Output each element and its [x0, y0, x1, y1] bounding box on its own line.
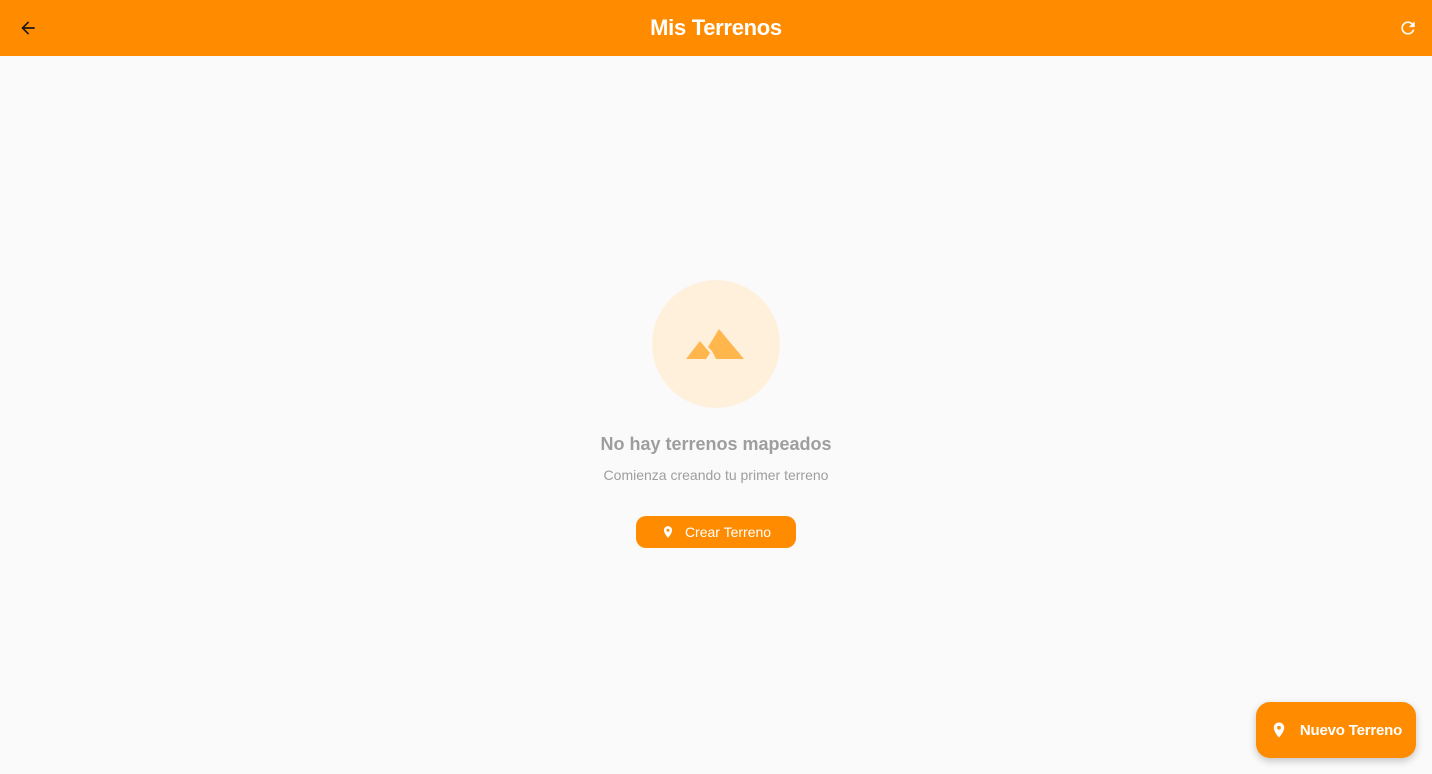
page-title: Mis Terrenos: [650, 15, 782, 40]
landscape-icon: [686, 327, 746, 361]
empty-state-title: No hay terrenos mapeados: [600, 434, 832, 454]
new-terrain-label: Nuevo Terreno: [1299, 721, 1403, 739]
create-terrain-button[interactable]: Crear Terreno: [636, 516, 796, 548]
back-button[interactable]: [12, 12, 44, 44]
arrow-back-icon: [18, 18, 38, 38]
location-pin-icon: [1270, 720, 1288, 740]
app-bar: Mis Terrenos: [0, 0, 1432, 56]
refresh-button[interactable]: [1392, 12, 1424, 44]
empty-state-subtitle: Comienza creando tu primer terreno: [603, 467, 829, 483]
new-terrain-fab[interactable]: Nuevo Terreno: [1256, 702, 1416, 758]
create-terrain-label: Crear Terreno: [684, 524, 772, 540]
empty-illustration: [652, 280, 780, 408]
refresh-icon: [1398, 18, 1418, 38]
location-pin-icon: [661, 524, 675, 540]
empty-state: No hay terrenos mapeados Comienza creand…: [0, 280, 1432, 548]
